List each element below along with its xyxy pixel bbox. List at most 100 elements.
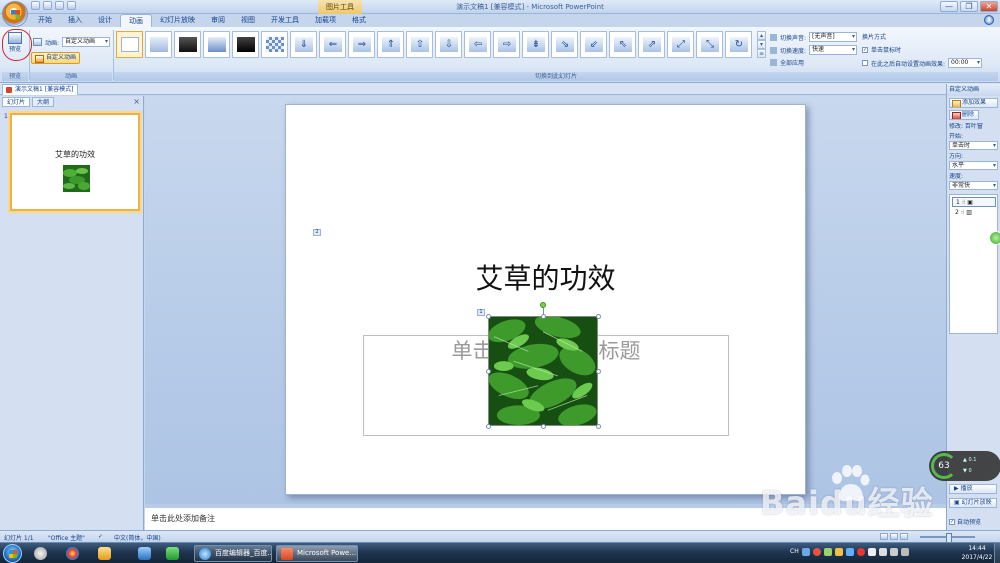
resize-handle-l[interactable]	[486, 369, 491, 374]
normal-view-icon[interactable]	[880, 533, 888, 540]
transition-thumb-9[interactable]: ⇒	[348, 31, 375, 58]
tray-icon[interactable]	[801, 548, 810, 556]
speed-combo[interactable]: 快速	[809, 45, 858, 55]
transition-thumb-11[interactable]: ⇧	[406, 31, 433, 58]
office-button[interactable]	[2, 1, 28, 27]
input-language[interactable]: CH	[790, 548, 799, 556]
gallery-down-icon[interactable]: ▾	[757, 40, 766, 49]
tab-slides[interactable]: 幻灯片	[2, 97, 31, 107]
resize-handle-tl[interactable]	[486, 314, 491, 319]
add-effect-button[interactable]: 添加效果	[949, 98, 998, 108]
language-indicator[interactable]: 中文(简体，中国)	[114, 533, 161, 542]
document-tab[interactable]: 演示文稿1 [兼容模式]	[2, 84, 79, 95]
volume-icon[interactable]	[900, 548, 909, 556]
taskbar-pin[interactable]	[92, 545, 118, 562]
tab-animations[interactable]: 动画	[120, 14, 152, 27]
tab-insert[interactable]: 插入	[60, 14, 90, 27]
transition-thumb-19[interactable]: ⇗	[638, 31, 665, 58]
on-click-checkbox[interactable]: ✓	[862, 46, 868, 53]
after-checkbox[interactable]	[862, 60, 868, 66]
transition-thumb-12[interactable]: ⇩	[435, 31, 462, 58]
taskbar-pin[interactable]	[132, 545, 158, 562]
taskbar-pin[interactable]	[60, 545, 86, 562]
tab-addins[interactable]: 加载项	[307, 14, 344, 27]
slide-title[interactable]: 艾草的功效	[286, 257, 805, 297]
sogou-icon[interactable]	[856, 548, 865, 556]
list-item[interactable]: 2 ☝ ▥	[952, 208, 996, 218]
custom-animation-button[interactable]: 自定义动画	[31, 52, 81, 64]
tab-format[interactable]: 格式	[344, 14, 374, 27]
restore-button[interactable]: ❐	[960, 1, 978, 12]
show-desktop-button[interactable]	[994, 543, 1000, 563]
taskbar-pin[interactable]	[28, 545, 54, 562]
remove-effect-button[interactable]: 删除	[949, 110, 979, 120]
transition-thumb-18[interactable]: ⇖	[609, 31, 636, 58]
help-icon[interactable]: ?	[984, 15, 994, 25]
sound-combo[interactable]: [无声音]	[809, 32, 858, 42]
tray-icon[interactable]	[878, 548, 887, 556]
resize-handle-t[interactable]	[541, 314, 546, 319]
resize-handle-br[interactable]	[596, 424, 601, 429]
transition-thumb-17[interactable]: ⇙	[580, 31, 607, 58]
transition-thumb-2[interactable]	[145, 31, 172, 58]
transition-thumb-5[interactable]	[232, 31, 259, 58]
gallery-more-icon[interactable]: ≡	[757, 49, 766, 58]
tray-icon[interactable]	[823, 548, 832, 556]
sorter-view-icon[interactable]	[890, 533, 898, 540]
after-time-input[interactable]: 00:00	[948, 58, 983, 68]
resize-handle-r[interactable]	[596, 369, 601, 374]
transition-thumb-7[interactable]: ⇓	[290, 31, 317, 58]
tab-slideshow[interactable]: 幻灯片放映	[152, 14, 203, 27]
transition-thumb-4[interactable]	[203, 31, 230, 58]
tab-outline[interactable]: 大纲	[32, 97, 55, 107]
slideshow-view-icon[interactable]	[900, 533, 908, 540]
resize-handle-bl[interactable]	[486, 424, 491, 429]
slideshow-button[interactable]: ▣ 幻灯片放映	[949, 498, 997, 508]
speed-select[interactable]: 非常快	[949, 181, 998, 190]
tray-icon[interactable]	[812, 548, 821, 556]
taskbar-pin[interactable]	[160, 545, 186, 562]
transition-thumb-1[interactable]	[116, 31, 143, 58]
close-pane-icon[interactable]: ×	[133, 97, 140, 106]
transition-thumb-13[interactable]: ⇦	[464, 31, 491, 58]
notes-pane[interactable]: 单击此处添加备注	[145, 504, 946, 530]
play-button[interactable]: ▶ 播放	[949, 484, 997, 494]
minimize-button[interactable]: —	[940, 1, 958, 12]
zoom-slider[interactable]	[920, 533, 975, 543]
transition-thumb-6[interactable]	[261, 31, 288, 58]
tab-view[interactable]: 视图	[233, 14, 263, 27]
tab-review[interactable]: 审阅	[203, 14, 233, 27]
rotation-handle[interactable]	[540, 302, 546, 308]
network-icon[interactable]	[889, 548, 898, 556]
transition-thumb-20[interactable]: ⤢	[667, 31, 694, 58]
auto-preview-checkbox[interactable]: ✓	[949, 518, 955, 525]
start-select[interactable]: 单击时	[949, 141, 998, 150]
task-browser[interactable]: 百度编辑器_百度...	[194, 545, 272, 562]
tab-design[interactable]: 设计	[90, 14, 120, 27]
tray-icon[interactable]	[834, 548, 843, 556]
tray-icon[interactable]	[845, 548, 854, 556]
apply-all-button[interactable]: 全部应用	[780, 58, 804, 67]
tab-home[interactable]: 开始	[30, 14, 60, 27]
transition-thumb-14[interactable]: ⇨	[493, 31, 520, 58]
transition-thumb-8[interactable]: ⇐	[319, 31, 346, 58]
transition-thumb-22[interactable]: ↻	[725, 31, 752, 58]
tray-icon[interactable]	[867, 548, 876, 556]
animate-combo[interactable]: 自定义动画	[62, 37, 111, 47]
resize-handle-b[interactable]	[541, 424, 546, 429]
gallery-up-icon[interactable]: ▴	[757, 31, 766, 40]
transition-thumb-15[interactable]: ⇟	[522, 31, 549, 58]
list-item[interactable]: 1 ☝ ▣	[952, 197, 996, 207]
spellcheck-icon[interactable]: ✓	[98, 533, 103, 540]
transition-thumb-16[interactable]: ⇘	[551, 31, 578, 58]
direction-select[interactable]: 水平	[949, 161, 998, 170]
resize-handle-tr[interactable]	[596, 314, 601, 319]
transition-thumb-10[interactable]: ⇑	[377, 31, 404, 58]
tab-developer[interactable]: 开发工具	[263, 14, 307, 27]
leaf-picture[interactable]	[488, 316, 598, 426]
transition-thumb-3[interactable]	[174, 31, 201, 58]
system-clock[interactable]: 14:44 2017/4/22	[960, 544, 994, 562]
task-powerpoint[interactable]: Microsoft Powe...	[276, 545, 358, 562]
transition-thumb-21[interactable]: ⤡	[696, 31, 723, 58]
start-button[interactable]	[3, 544, 22, 563]
